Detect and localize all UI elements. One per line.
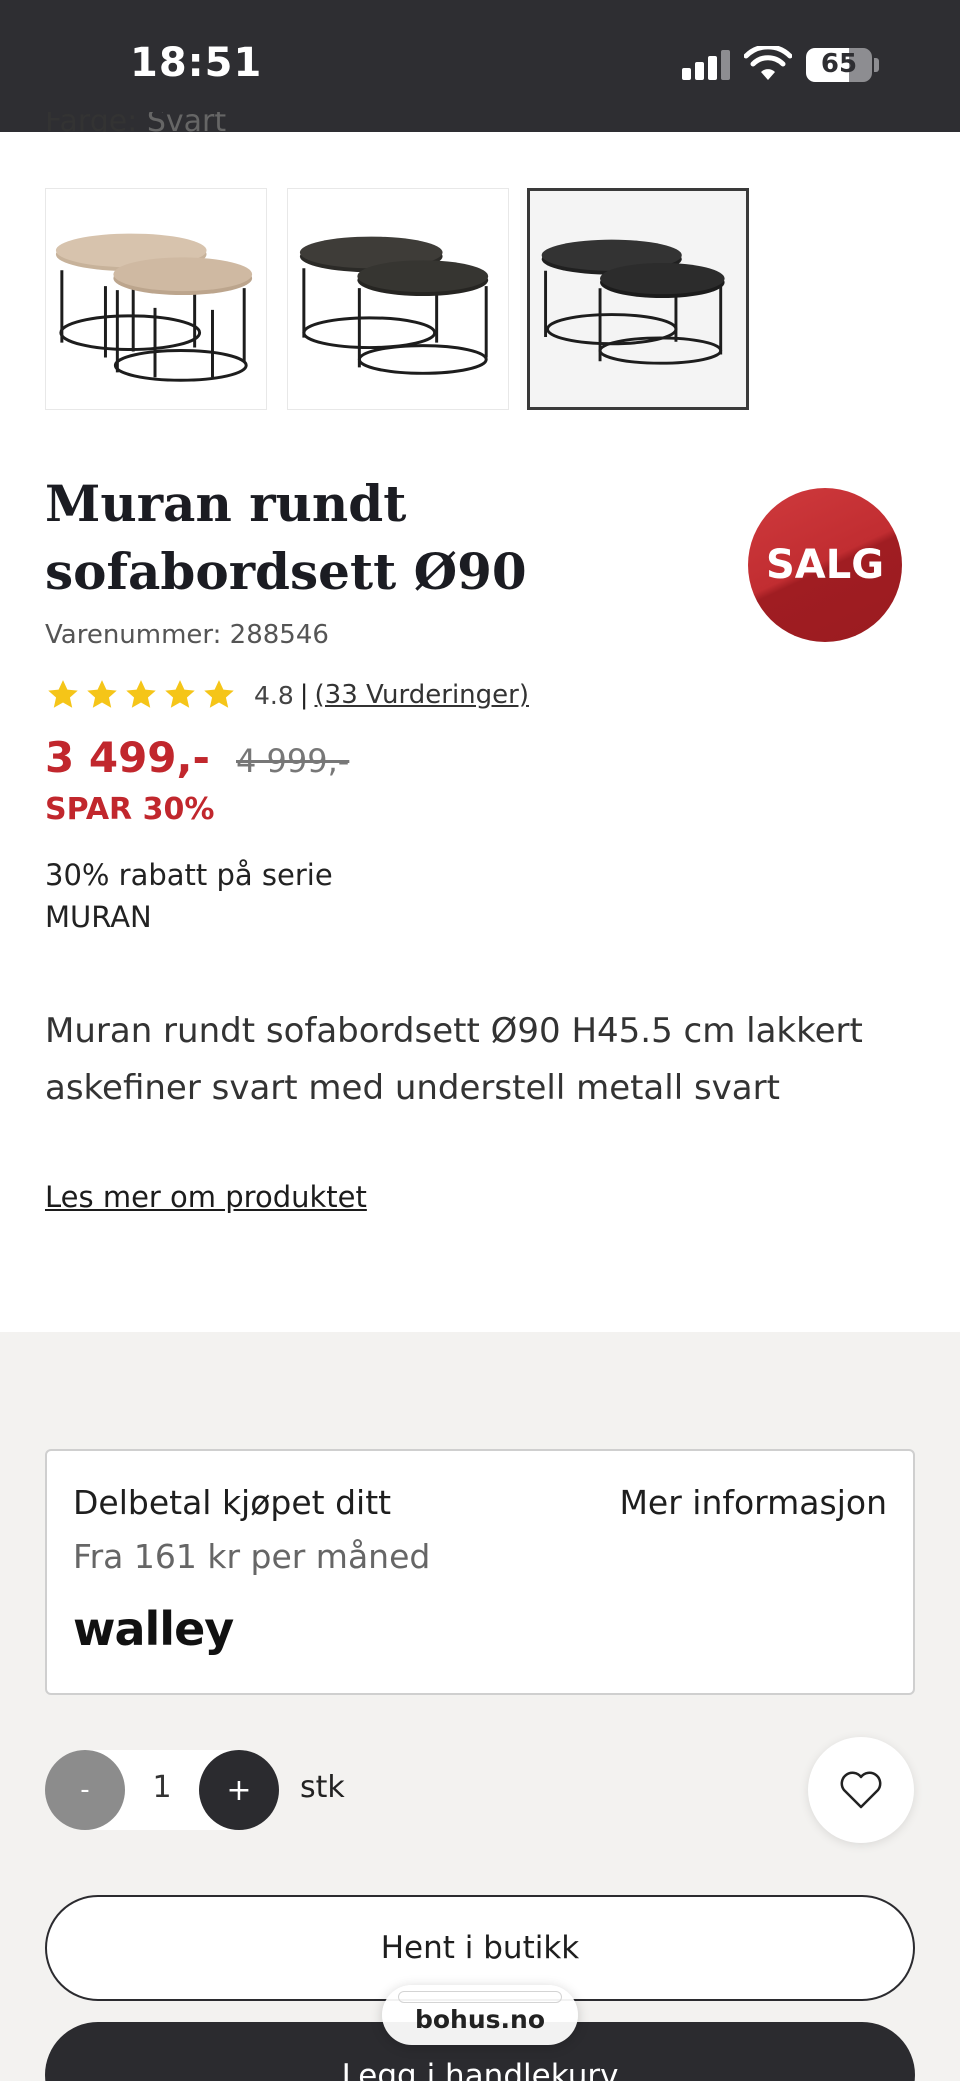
financing-subtitle: Fra 161 kr per måned xyxy=(73,1537,431,1576)
nesting-table-image xyxy=(541,239,725,365)
svg-text:walley: walley xyxy=(73,1602,234,1656)
star-icon xyxy=(204,680,234,708)
favorite-button[interactable] xyxy=(808,1737,914,1843)
rating-score: 4.8 xyxy=(254,680,294,710)
read-more-link[interactable]: Les mer om produktet xyxy=(45,1180,367,1214)
battery-cap xyxy=(874,58,879,72)
sale-badge: SALG xyxy=(748,488,902,642)
quantity-unit: stk xyxy=(300,1770,345,1805)
battery-level: 65 xyxy=(820,49,858,79)
financing-title: Delbetal kjøpet ditt xyxy=(73,1483,392,1522)
product-rating: 4.8 | (33 Vurderinger) xyxy=(45,678,529,712)
star-icon xyxy=(48,680,78,708)
color-label-key: Farge: xyxy=(45,112,138,132)
rating-separator: | xyxy=(299,680,309,710)
original-price: 4 999,- xyxy=(236,742,350,780)
rating-stars xyxy=(45,678,240,712)
product-title: Muran rundt sofabordsett Ø90 xyxy=(45,474,527,601)
saving-label: SPAR 30% xyxy=(45,792,215,827)
color-label-value: Svart xyxy=(146,112,227,132)
status-time: 18:51 xyxy=(130,40,263,86)
thumbnail-natural[interactable] xyxy=(45,188,267,410)
wifi-icon xyxy=(744,46,792,80)
browser-url-bar[interactable]: bohus.no xyxy=(382,1985,578,2045)
decrease-quantity-button[interactable]: - xyxy=(45,1750,125,1830)
walley-logo: walley xyxy=(73,1602,235,1656)
reviews-link[interactable]: (33 Vurderinger) xyxy=(315,680,529,710)
star-icon xyxy=(87,680,117,708)
thumbnail-black[interactable] xyxy=(527,188,749,410)
increase-quantity-button[interactable]: + xyxy=(199,1750,279,1830)
battery-icon: 65 xyxy=(806,48,872,82)
product-sku: Varenummer: 288546 xyxy=(45,620,329,650)
cellular-signal-icon xyxy=(682,50,732,80)
more-info-link[interactable]: Mer informasjon xyxy=(619,1483,887,1522)
series-offer: 30% rabatt på serie MURAN xyxy=(45,858,333,934)
current-price: 3 499,- xyxy=(45,733,210,782)
nesting-table-image xyxy=(55,233,253,382)
financing-box[interactable]: Delbetal kjøpet ditt Mer informasjon Fra… xyxy=(45,1449,915,1695)
color-label: Farge: Svart xyxy=(45,112,226,132)
nesting-table-image xyxy=(299,236,489,375)
star-icon xyxy=(126,680,156,708)
star-icon xyxy=(165,680,195,708)
thumbnail-dark-brown[interactable] xyxy=(287,188,509,410)
browser-url: bohus.no xyxy=(414,2005,546,2034)
product-description: Muran rundt sofabordsett Ø90 H45.5 cm la… xyxy=(45,1011,863,1108)
quantity-value[interactable]: 1 xyxy=(125,1770,199,1805)
url-bar-handle xyxy=(398,1991,562,2003)
heart-icon xyxy=(840,1771,882,1809)
quantity-stepper: - 1 + xyxy=(45,1750,279,1830)
